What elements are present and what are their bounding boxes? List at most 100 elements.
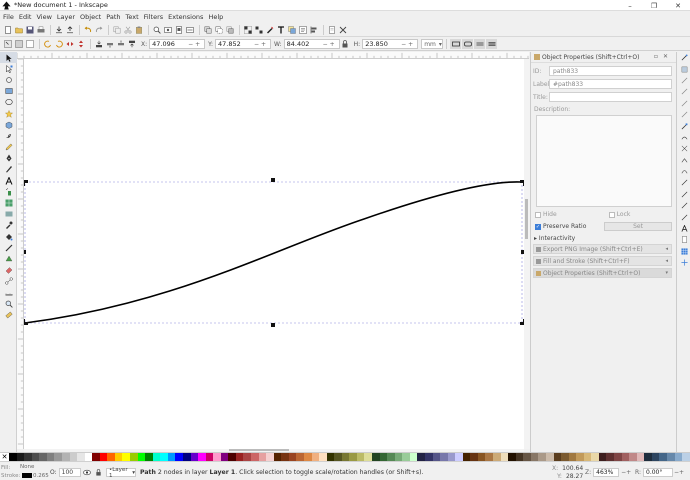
star-tool[interactable] [0,108,17,119]
color-swatch[interactable] [311,453,320,461]
snap-paths[interactable] [677,132,690,143]
color-swatch[interactable] [598,453,607,461]
spin-buttons[interactable]: −+ [621,469,631,476]
color-swatch[interactable] [107,453,115,461]
color-swatch[interactable] [447,453,456,461]
color-swatch[interactable] [606,453,614,461]
minimize-button[interactable]: – [618,0,642,11]
handle-bottom-center[interactable] [271,323,275,327]
select-all-layers-button[interactable] [14,39,24,49]
snap-bbox-corners[interactable] [677,86,690,97]
color-swatch[interactable] [402,453,410,461]
ungroup-button[interactable] [254,25,264,35]
x-field[interactable]: 47.096 −+ [149,39,206,49]
color-swatch[interactable] [379,453,388,461]
unlink-clone-button[interactable] [225,25,235,35]
color-swatch[interactable] [500,453,509,461]
snap-toggle[interactable] [677,52,690,63]
color-swatch[interactable] [213,453,221,461]
lock-checkbox[interactable] [608,211,615,218]
preserve-ratio-checkbox[interactable]: ✓ [535,223,541,230]
color-swatch[interactable] [523,453,531,461]
snap-rotation-center[interactable] [677,211,690,222]
scrollbar-thumb[interactable] [229,449,289,451]
color-swatch[interactable] [515,453,524,461]
color-swatch[interactable] [682,453,690,461]
rotate-ccw-button[interactable] [43,39,53,49]
color-swatch[interactable] [137,453,146,461]
title-input[interactable] [549,92,672,102]
color-swatch[interactable] [674,453,683,461]
cut-button[interactable] [123,25,133,35]
align-distribute-button[interactable] [309,25,319,35]
menu-view[interactable]: View [36,13,51,21]
color-swatch[interactable] [182,453,191,461]
color-swatch[interactable] [651,453,660,461]
export-button[interactable] [65,25,75,35]
color-swatch[interactable] [46,453,55,461]
ellipse-tool[interactable] [0,97,17,108]
color-swatch[interactable] [440,453,448,461]
color-swatch[interactable] [273,453,282,461]
undo-button[interactable] [83,25,93,35]
color-swatch[interactable] [220,453,229,461]
dropper-tool[interactable] [0,220,17,231]
snap-centers[interactable] [677,200,690,211]
raise-button[interactable] [116,39,126,49]
lower-to-bottom-button[interactable] [94,39,104,49]
gradient-tool[interactable] [0,209,17,220]
deselect-button[interactable] [25,39,35,49]
snap-smooth-nodes[interactable] [677,166,690,177]
connector-tool[interactable] [0,276,17,287]
lock-ratio-button[interactable] [340,39,350,49]
color-swatch[interactable] [538,453,546,461]
lower-button[interactable] [105,39,115,49]
close-button[interactable]: ✕ [666,0,690,11]
node-tool[interactable] [0,63,17,74]
color-swatch[interactable] [530,453,539,461]
description-textarea[interactable] [536,115,672,207]
scale-stroke-button[interactable] [450,39,462,49]
snap-bbox-midpoints[interactable] [677,98,690,109]
zoom-tool[interactable] [0,298,17,309]
color-swatch[interactable] [583,453,592,461]
color-swatch[interactable] [424,453,433,461]
color-swatch[interactable] [288,453,297,461]
xml-editor-button[interactable] [298,25,308,35]
height-field[interactable]: 23.850 −+ [362,39,419,49]
color-swatch[interactable] [54,453,62,461]
print-button[interactable] [36,25,46,35]
zoom-page-button[interactable] [174,25,184,35]
rectangle-tool[interactable] [0,86,17,97]
interactivity-expander[interactable]: ▸ Interactivity [534,235,676,242]
move-gradients-button[interactable] [474,39,486,49]
text-tool[interactable] [0,175,17,186]
color-swatch[interactable] [508,453,516,461]
snap-cusp-nodes[interactable] [677,155,690,166]
color-swatch[interactable] [39,453,47,461]
menu-extensions[interactable]: Extensions [168,13,203,21]
spin-buttons[interactable]: −+ [254,41,270,48]
rotation-input[interactable]: 0.00° [643,468,674,477]
color-swatch[interactable] [326,453,335,461]
3d-box-tool[interactable] [0,119,17,130]
color-swatch[interactable] [243,453,251,461]
menu-path[interactable]: Path [106,13,120,21]
color-swatch[interactable] [462,453,471,461]
color-swatch[interactable] [455,453,463,461]
color-swatch[interactable] [568,453,577,461]
color-swatch[interactable] [629,453,637,461]
zoom-input[interactable]: 463% [593,468,620,477]
no-paint-swatch[interactable]: ✕ [0,453,9,461]
menu-object[interactable]: Object [80,13,101,21]
menu-edit[interactable]: Edit [19,13,32,21]
color-swatch[interactable] [636,453,645,461]
paint-bucket-tool[interactable] [0,231,17,242]
color-swatch[interactable] [198,453,206,461]
color-swatch[interactable] [545,453,554,461]
menu-help[interactable]: Help [208,13,223,21]
color-swatch[interactable] [477,453,486,461]
handle-top-center[interactable] [271,178,275,182]
color-swatch[interactable] [92,453,100,461]
pencil-tool[interactable] [0,142,17,153]
